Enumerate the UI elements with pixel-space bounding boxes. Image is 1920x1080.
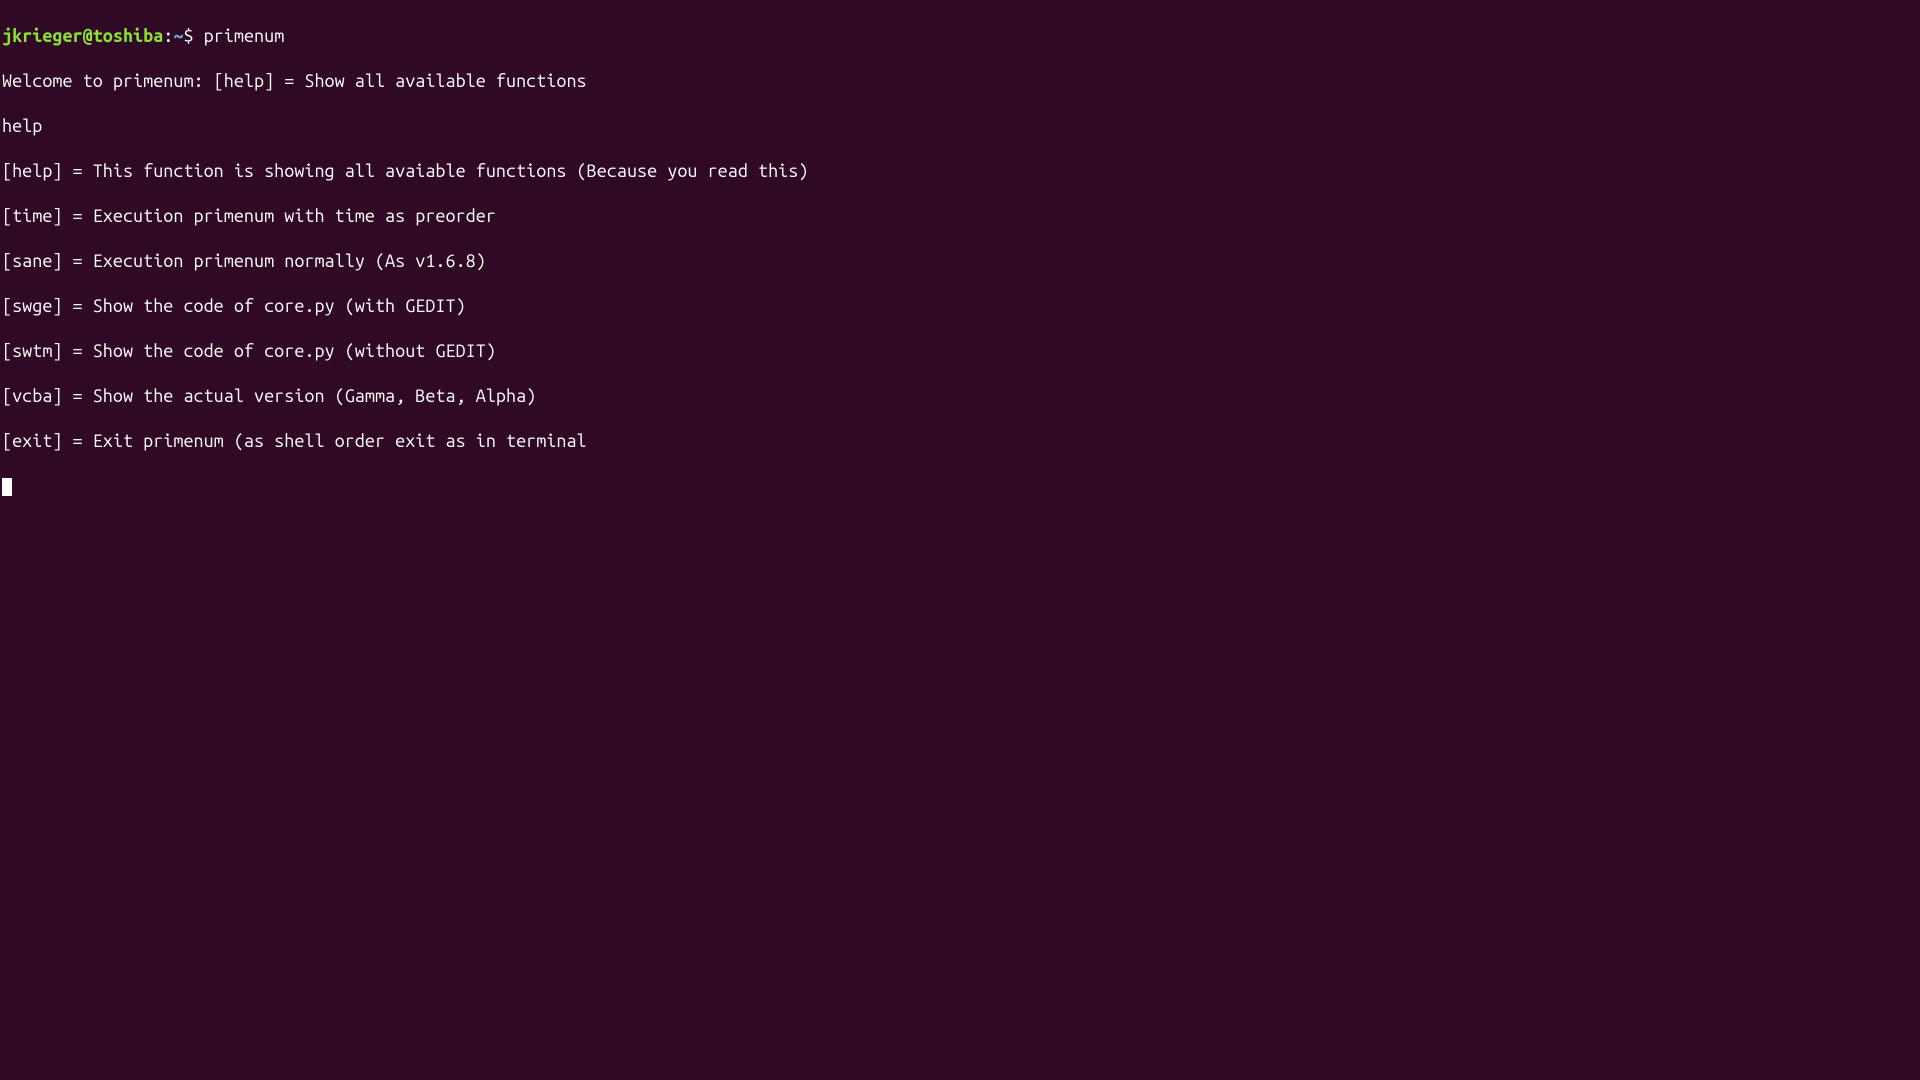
- help-line-vcba: [vcba] = Show the actual version (Gamma,…: [2, 385, 1920, 408]
- output-welcome: Welcome to primenum: [help] = Show all a…: [2, 70, 1920, 93]
- help-line-exit: [exit] = Exit primenum (as shell order e…: [2, 430, 1920, 453]
- typed-command: primenum: [204, 26, 285, 46]
- terminal-window[interactable]: jkrieger@toshiba:~$ primenum Welcome to …: [2, 2, 1920, 520]
- help-line-help: [help] = This function is showing all av…: [2, 160, 1920, 183]
- prompt-user-host: jkrieger@toshiba: [2, 26, 163, 46]
- help-line-time: [time] = Execution primenum with time as…: [2, 205, 1920, 228]
- prompt-line: jkrieger@toshiba:~$ primenum: [2, 25, 1920, 48]
- help-line-swtm: [swtm] = Show the code of core.py (witho…: [2, 340, 1920, 363]
- prompt-colon: :: [163, 26, 173, 46]
- prompt-path: ~: [173, 26, 183, 46]
- help-line-swge: [swge] = Show the code of core.py (with …: [2, 295, 1920, 318]
- help-line-sane: [sane] = Execution primenum normally (As…: [2, 250, 1920, 273]
- cursor-line[interactable]: [2, 475, 1920, 498]
- typed-help-input: help: [2, 115, 1920, 138]
- prompt-dollar: $: [183, 26, 203, 46]
- cursor-block: [2, 478, 12, 496]
